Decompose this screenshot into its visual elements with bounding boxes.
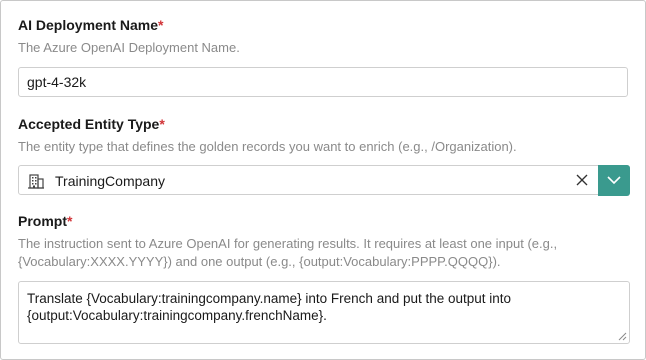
required-mark: * [158, 17, 164, 33]
deployment-name-help: The Azure OpenAI Deployment Name. [18, 40, 240, 55]
dropdown-button[interactable] [598, 165, 630, 196]
prompt-value: Translate {Vocabulary:trainingcompany.na… [27, 291, 512, 323]
prompt-textarea[interactable]: Translate {Vocabulary:trainingcompany.na… [18, 281, 630, 344]
entity-type-label: Accepted Entity Type* [18, 116, 165, 132]
clear-icon[interactable] [575, 173, 589, 187]
resize-grip-icon[interactable] [618, 332, 627, 341]
deployment-name-input[interactable]: gpt-4-32k [18, 67, 628, 97]
building-icon [27, 172, 45, 190]
entity-type-value: TrainingCompany [55, 173, 165, 189]
settings-panel: AI Deployment Name* The Azure OpenAI Dep… [0, 0, 646, 360]
prompt-help: The instruction sent to Azure OpenAI for… [18, 236, 558, 269]
deployment-name-value: gpt-4-32k [27, 74, 87, 90]
chevron-down-icon [607, 176, 621, 185]
deployment-name-label: AI Deployment Name* [18, 17, 164, 33]
required-mark: * [159, 116, 165, 132]
prompt-label: Prompt* [18, 213, 73, 229]
entity-type-help: The entity type that defines the golden … [18, 139, 517, 154]
required-mark: * [67, 213, 73, 229]
entity-type-select[interactable]: TrainingCompany [18, 165, 630, 196]
